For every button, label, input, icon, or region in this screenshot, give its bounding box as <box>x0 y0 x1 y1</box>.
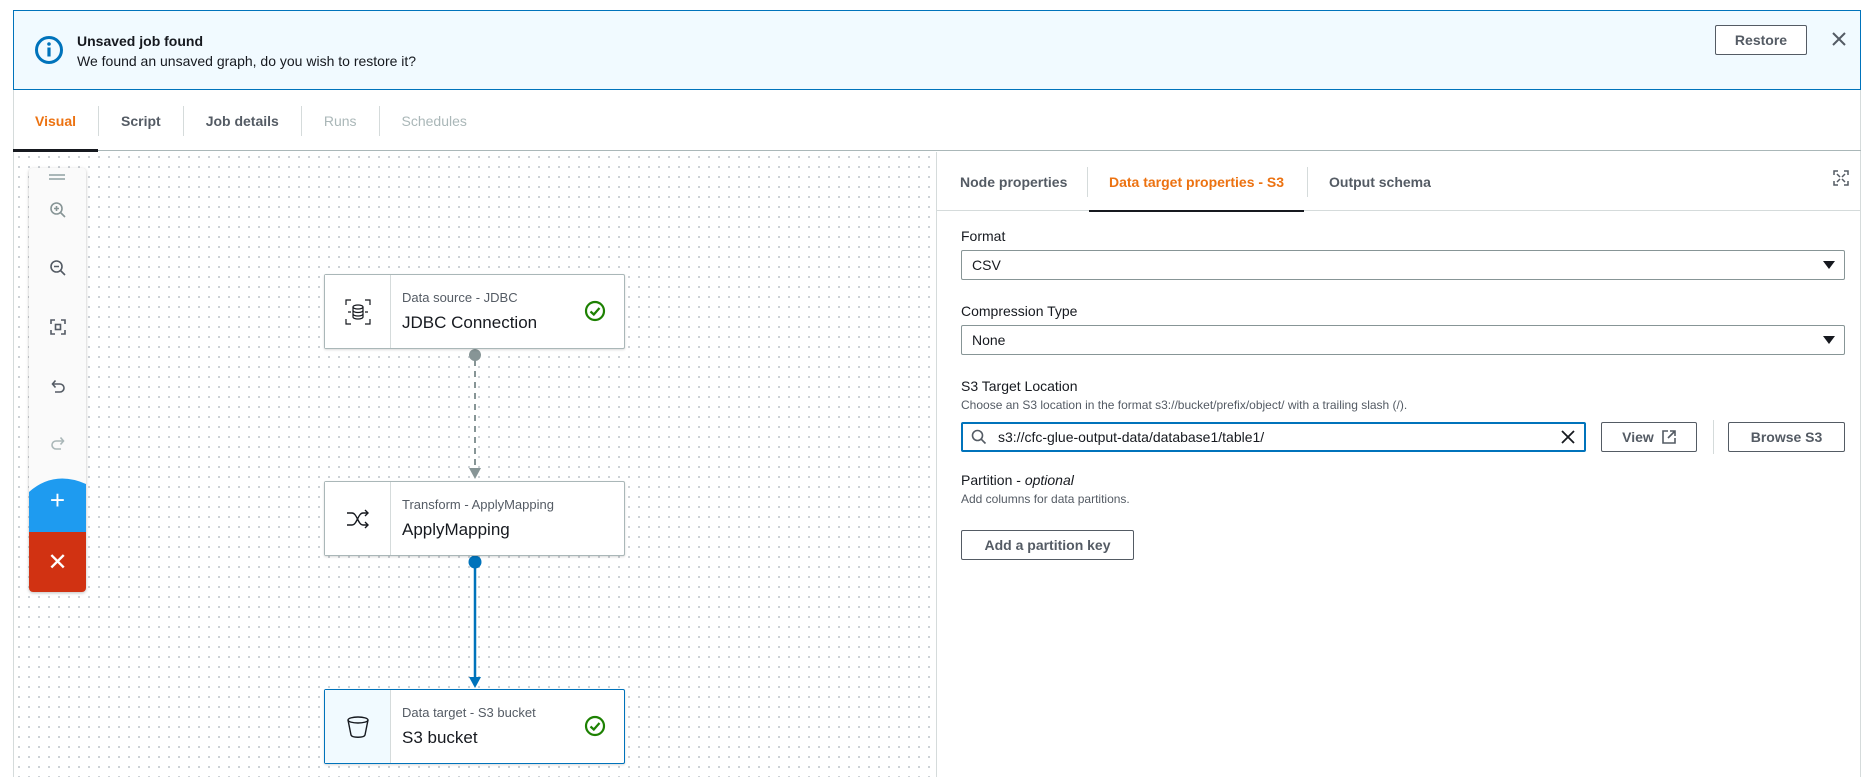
node-icon-box <box>325 690 391 763</box>
shuffle-icon <box>346 509 369 528</box>
browse-s3-button[interactable]: Browse S3 <box>1728 422 1845 452</box>
caret-down-icon <box>1823 336 1835 344</box>
search-icon <box>971 429 987 445</box>
tab-script[interactable]: Script <box>99 91 183 151</box>
node-data-source-jdbc[interactable]: Data source - JDBC JDBC Connection <box>324 274 625 349</box>
panel-divider[interactable] <box>936 152 937 777</box>
partition-label-text: Partition - <box>961 472 1025 488</box>
view-label: View <box>1622 429 1654 445</box>
s3-location-value: s3://cfc-glue-output-data/database1/tabl… <box>998 429 1265 445</box>
fit-view-button[interactable] <box>29 307 86 347</box>
fit-view-icon <box>49 319 66 335</box>
add-node-button[interactable]: + <box>29 480 86 520</box>
remove-node-button[interactable]: ✕ <box>29 532 86 592</box>
tab-output-schema[interactable]: Output schema <box>1329 152 1431 211</box>
partition-optional: optional <box>1024 472 1074 488</box>
node-data-target-s3[interactable]: Data target - S3 bucket S3 bucket <box>324 689 625 764</box>
node-icon-box <box>325 275 391 348</box>
tab-data-target-properties[interactable]: Data target properties - S3 <box>1088 152 1305 212</box>
node-type-label: Data target - S3 bucket <box>402 705 536 720</box>
expand-icon[interactable] <box>1833 170 1849 186</box>
zoom-out-icon <box>49 260 66 276</box>
tab-schedules[interactable]: Schedules <box>380 91 489 151</box>
tab-divider <box>1087 167 1088 197</box>
tab-job-details[interactable]: Job details <box>184 91 301 151</box>
node-icon-box <box>325 482 391 555</box>
redo-button[interactable] <box>29 422 86 462</box>
bucket-icon <box>346 715 369 738</box>
tab-node-properties[interactable]: Node properties <box>960 152 1067 211</box>
s3-location-label: S3 Target Location <box>961 378 1078 394</box>
graph-canvas[interactable] <box>14 152 936 777</box>
tab-visual[interactable]: Visual <box>13 91 98 152</box>
database-icon <box>344 298 371 325</box>
canvas-toolbar: + ✕ <box>29 168 86 592</box>
compression-label: Compression Type <box>961 303 1078 319</box>
s3-location-description: Choose an S3 location in the format s3:/… <box>961 398 1408 412</box>
close-icon[interactable] <box>1828 28 1850 50</box>
compression-select[interactable]: None <box>961 325 1845 355</box>
tab-divider <box>1307 167 1308 197</box>
banner-title: Unsaved job found <box>77 33 203 49</box>
format-select[interactable]: CSV <box>961 250 1845 280</box>
restore-button[interactable]: Restore <box>1715 25 1807 55</box>
external-link-icon <box>1662 430 1676 444</box>
partition-description: Add columns for data partitions. <box>961 492 1130 506</box>
partition-label: Partition - optional <box>961 472 1074 488</box>
drag-handle[interactable] <box>49 174 65 176</box>
node-name: ApplyMapping <box>402 520 510 539</box>
job-tabs: Visual Script Job details Runs Schedules <box>13 91 1861 152</box>
banner-message: We found an unsaved graph, do you wish t… <box>77 53 417 69</box>
format-value: CSV <box>972 257 1001 273</box>
node-type-label: Data source - JDBC <box>402 290 518 305</box>
compression-value: None <box>972 332 1006 348</box>
undo-icon <box>50 379 65 393</box>
node-name: JDBC Connection <box>402 313 538 332</box>
caret-down-icon <box>1823 261 1835 269</box>
node-type-label: Transform - ApplyMapping <box>402 497 554 512</box>
zoom-in-button[interactable] <box>29 190 86 230</box>
zoom-out-button[interactable] <box>29 248 86 288</box>
redo-icon <box>50 436 65 450</box>
clear-icon[interactable] <box>1560 429 1576 445</box>
properties-tabs: Node properties Data target properties -… <box>937 152 1861 212</box>
add-partition-key-button[interactable]: Add a partition key <box>961 530 1134 560</box>
tab-runs[interactable]: Runs <box>302 91 379 151</box>
node-transform-applymapping[interactable]: Transform - ApplyMapping ApplyMapping <box>324 481 625 556</box>
view-button[interactable]: View <box>1601 422 1697 452</box>
undo-button[interactable] <box>29 365 86 405</box>
node-name: S3 bucket <box>402 728 478 747</box>
unsaved-job-banner: Unsaved job found We found an unsaved gr… <box>13 10 1861 90</box>
info-icon <box>35 36 63 64</box>
check-circle-icon <box>584 300 606 322</box>
check-circle-icon <box>584 715 606 737</box>
zoom-in-icon <box>49 202 66 218</box>
format-label: Format <box>961 228 1006 244</box>
button-divider <box>1713 420 1714 454</box>
s3-location-input[interactable]: s3://cfc-glue-output-data/database1/tabl… <box>961 422 1586 452</box>
